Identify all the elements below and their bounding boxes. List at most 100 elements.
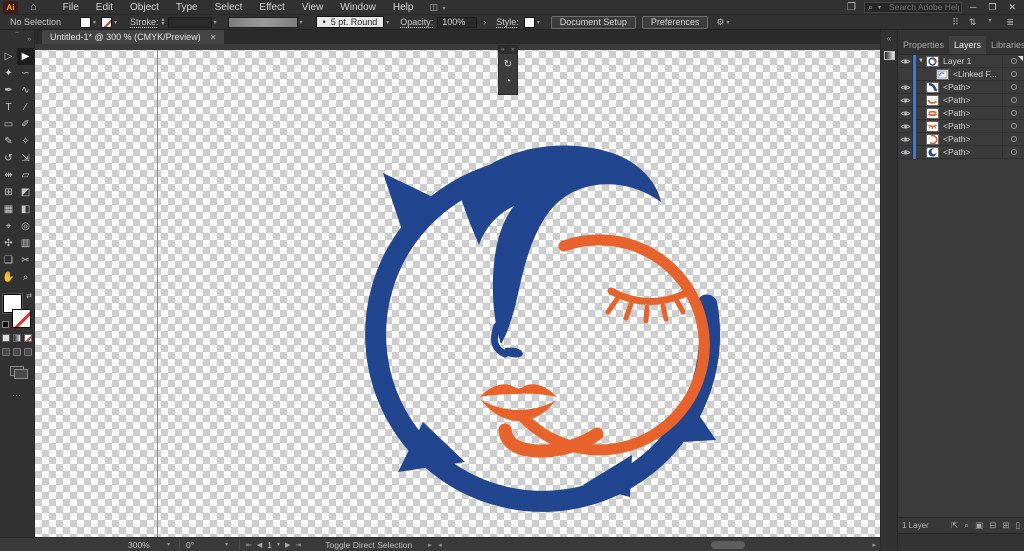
layer-thumbnail[interactable] [926, 55, 939, 67]
fill-color-swatch[interactable] [80, 16, 91, 28]
document-tab[interactable]: Untitled-1* @ 300 % (CMYK/Preview) ✕ [42, 30, 225, 44]
change-screen-mode-icon[interactable] [10, 366, 28, 379]
arrange-documents-icon[interactable]: ❐ [847, 2, 856, 13]
visibility-toggle[interactable] [898, 93, 913, 107]
clipping-mask-icon[interactable]: ▣ [975, 520, 983, 531]
close-button[interactable]: ✕ [1008, 2, 1016, 13]
perspective-grid-tool[interactable]: ◩ [17, 184, 34, 201]
slice-tool[interactable]: ✂ [17, 252, 34, 269]
layer-name[interactable]: <Path> [943, 82, 1002, 92]
type-tool[interactable]: T [0, 99, 17, 116]
layer-name[interactable]: <Path> [943, 134, 1002, 144]
gradient-tool[interactable]: ◧ [17, 201, 34, 218]
target-cell[interactable] [1002, 132, 1024, 146]
visibility-toggle[interactable] [898, 54, 913, 68]
magic-wand-tool[interactable]: ✦ [0, 65, 17, 82]
minimize-button[interactable]: ─ [970, 2, 976, 13]
layer-name[interactable]: Layer 1 [943, 56, 1002, 66]
chevron-down-icon[interactable]: ▾ [114, 19, 117, 26]
menu-select[interactable]: Select [215, 2, 243, 13]
preferences-button[interactable]: Preferences [641, 15, 709, 29]
scrollbar-thumb[interactable] [711, 540, 746, 549]
eyedropper-tool[interactable]: ⌖ [0, 218, 17, 235]
layer-row-path-ring[interactable]: <Path> [898, 145, 1024, 159]
menu-help[interactable]: Help [393, 2, 414, 13]
blend-tool[interactable]: ◎ [17, 218, 34, 235]
opacity-field[interactable]: 100% [437, 16, 478, 28]
document-setup-button[interactable]: Document Setup [550, 15, 636, 29]
home-icon[interactable]: ⌂ [30, 1, 37, 13]
direct-selection-tool[interactable]: ▷ [0, 48, 17, 65]
menu-object[interactable]: Object [130, 2, 159, 13]
horizontal-scrollbar[interactable]: ▸ ◂ ▸ [426, 538, 880, 551]
locate-object-icon[interactable]: ⌕ [964, 520, 969, 531]
column-graph-tool[interactable]: ▥ [17, 235, 34, 252]
style-swatch[interactable] [523, 16, 535, 28]
canvas[interactable]: •• ✕ ↻ ◔ [35, 44, 880, 537]
layer-thumbnail[interactable] [926, 94, 939, 106]
new-layer-icon[interactable]: ⊞ [1002, 520, 1009, 531]
widget-grip-icon[interactable]: •• [501, 47, 505, 53]
chevron-down-icon[interactable]: ▾ [93, 19, 96, 26]
layer-row-path-lips[interactable]: <Path> [898, 106, 1024, 120]
layer-name[interactable]: <Linked F... [953, 69, 1002, 79]
menu-file[interactable]: File [63, 2, 79, 13]
draw-behind-button[interactable] [13, 348, 21, 356]
target-cell[interactable] [1002, 93, 1024, 107]
layer-name[interactable]: <Path> [943, 121, 1002, 131]
grid-icon[interactable]: ⠿ [952, 17, 959, 28]
layer-thumbnail[interactable] [926, 107, 939, 119]
target-cell[interactable] [1002, 145, 1024, 159]
color-mode-button[interactable] [2, 334, 10, 342]
layer-thumbnail[interactable] [926, 146, 939, 158]
chevron-down-icon[interactable]: ▾ [300, 19, 303, 26]
style-label[interactable]: Style: [496, 17, 519, 27]
mesh-tool[interactable]: ▦ [0, 201, 17, 218]
close-tab-icon[interactable]: ✕ [210, 33, 217, 42]
hand-tool[interactable]: ✋ [0, 269, 17, 286]
target-cell[interactable] [1002, 67, 1024, 81]
selection-tool[interactable]: ▶ [17, 48, 34, 65]
line-segment-tool[interactable]: ∕ [17, 99, 34, 116]
layer-name[interactable]: <Path> [943, 147, 1002, 157]
free-transform-tool[interactable]: ▱ [17, 167, 34, 184]
last-artboard-icon[interactable]: ⇥ [295, 541, 301, 549]
chevron-down-icon[interactable]: ▾ [537, 19, 540, 26]
symbol-sprayer-tool[interactable]: ✣ [0, 235, 17, 252]
settings-icon[interactable]: ⚙ [716, 17, 724, 28]
scroll-right-icon[interactable]: ▸ [428, 541, 432, 549]
panel-toggle-icon[interactable]: ⇅ [969, 17, 977, 28]
pencil-tool[interactable]: ✎ [0, 133, 17, 150]
scroll-right-icon[interactable]: ▸ [872, 541, 876, 549]
visibility-toggle[interactable] [898, 145, 913, 159]
restore-button[interactable]: ❐ [988, 2, 996, 13]
layer-row-path-chin[interactable]: <Path> [898, 93, 1024, 107]
new-sublayer-icon[interactable]: ⊟ [989, 520, 996, 531]
illustrator-app-icon[interactable]: Ai [3, 0, 18, 14]
chevron-down-icon[interactable]: ▾ [726, 19, 729, 26]
expand-tools-icon[interactable]: » [27, 36, 31, 43]
logo-artwork[interactable] [35, 44, 880, 537]
zoom-level-control[interactable]: 300% ▾ [128, 539, 180, 550]
lasso-tool[interactable]: ∽ [17, 65, 34, 82]
target-cell[interactable] [1002, 106, 1024, 120]
stroke-swatch[interactable] [12, 309, 31, 328]
layer-name[interactable]: <Path> [943, 108, 1002, 118]
help-search-box[interactable]: ⌕ ▾ [863, 1, 962, 13]
visibility-toggle[interactable] [898, 106, 913, 120]
swap-fill-stroke-icon[interactable]: ⇄ [26, 292, 32, 300]
chevron-down-icon[interactable]: ▾ [386, 19, 389, 26]
zoom-tool[interactable]: ⌕ [17, 269, 34, 286]
scale-tool[interactable]: ⇲ [17, 150, 34, 167]
chevron-down-icon[interactable]: ▾ [214, 19, 217, 26]
tab-libraries[interactable]: Libraries [986, 36, 1024, 54]
variable-width-profile[interactable] [227, 16, 298, 28]
shape-builder-tool[interactable]: ⊞ [0, 184, 17, 201]
rectangle-tool[interactable]: ▭ [0, 116, 17, 133]
opacity-options-icon[interactable]: › [483, 17, 486, 27]
delete-selection-icon[interactable]: ▯ [1015, 520, 1020, 531]
swatches-panel-icon[interactable] [883, 51, 895, 60]
stroke-weight-field[interactable] [167, 16, 212, 28]
layer-thumbnail[interactable] [926, 81, 939, 93]
paintbrush-tool[interactable]: ✐ [17, 116, 34, 133]
